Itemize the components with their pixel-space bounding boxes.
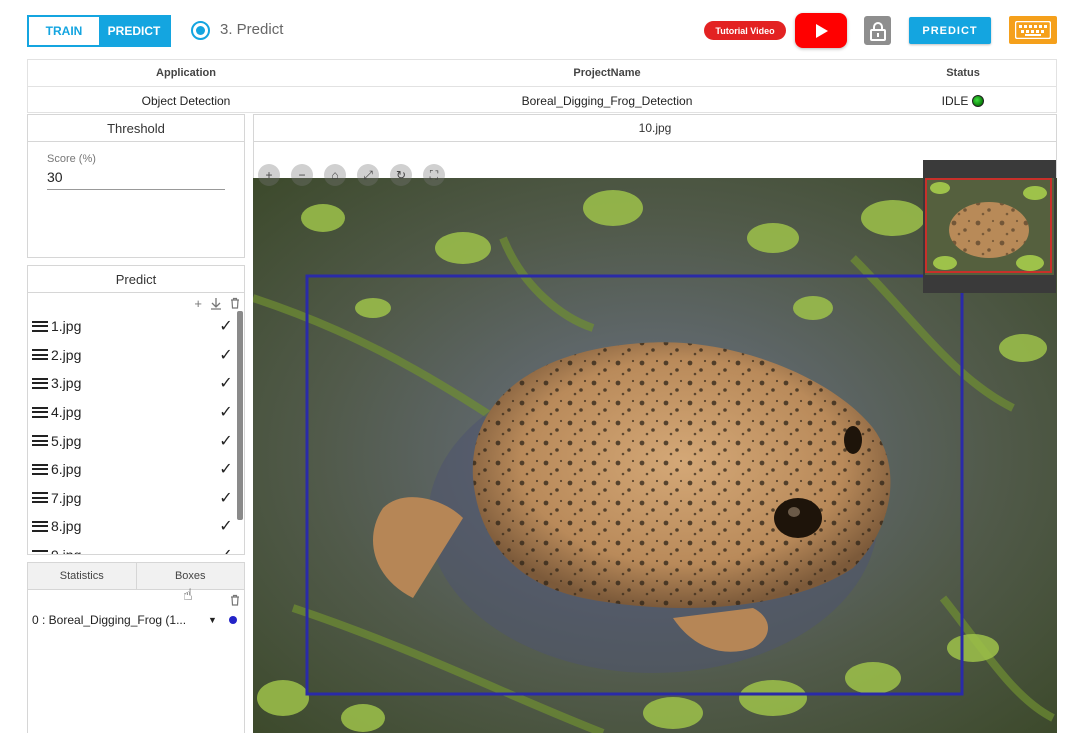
- viewer-title: 10.jpg: [253, 114, 1057, 142]
- keyboard-button[interactable]: [1009, 16, 1057, 44]
- status-value: IDLE: [941, 93, 969, 108]
- fit-icon[interactable]: ⤢: [357, 164, 379, 186]
- list-menu-icon: [32, 377, 48, 389]
- bottom-tabs: Statistics Boxes: [28, 563, 244, 590]
- status-header: Status: [946, 67, 980, 79]
- check-icon: ✓: [219, 461, 233, 479]
- application-header: Application: [156, 67, 216, 79]
- lock-icon: [869, 21, 886, 41]
- file-name: 5.jpg: [51, 432, 82, 449]
- table-header-row: Application ProjectName Status: [28, 60, 1056, 87]
- minimap-viewport[interactable]: [925, 178, 1052, 273]
- train-mode-button[interactable]: TRAIN: [29, 17, 99, 45]
- tutorial-video-badge[interactable]: Tutorial Video: [704, 21, 786, 40]
- check-icon: ✓: [219, 404, 233, 422]
- youtube-button[interactable]: [795, 13, 847, 48]
- zoom-out-icon[interactable]: −: [291, 164, 313, 186]
- file-name: 3.jpg: [51, 375, 82, 392]
- stats-panel: Statistics Boxes 0 : Boreal_Digging_Frog…: [27, 562, 245, 733]
- status-cell: IDLE: [870, 94, 1056, 108]
- table-row: Object Detection Boreal_Digging_Frog_Det…: [28, 87, 1056, 114]
- list-toolbar: +: [28, 293, 244, 313]
- file-list-scrollbar[interactable]: [237, 311, 243, 520]
- check-icon: ✓: [219, 346, 233, 364]
- box-label: 0 : Boreal_Digging_Frog (1...: [32, 613, 187, 627]
- keyboard-icon: [1015, 21, 1051, 39]
- project-name-value: Boreal_Digging_Frog_Detection: [521, 93, 693, 108]
- file-name: 2.jpg: [51, 346, 82, 363]
- project-name-header: ProjectName: [573, 67, 641, 79]
- lock-button[interactable]: [864, 16, 891, 45]
- check-icon: ✓: [219, 489, 233, 507]
- check-icon: ✓: [219, 318, 233, 336]
- list-menu-icon: [32, 520, 48, 532]
- list-menu-icon: [32, 406, 48, 418]
- fullscreen-icon[interactable]: ⛶: [423, 164, 445, 186]
- file-name: 4.jpg: [51, 404, 82, 421]
- score-input[interactable]: 30: [47, 169, 225, 190]
- list-item[interactable]: 1.jpg ✓: [28, 312, 236, 341]
- file-name: 7.jpg: [51, 489, 82, 506]
- download-icon[interactable]: [210, 297, 222, 310]
- threshold-panel: Threshold Score (%) 30: [27, 114, 245, 258]
- predict-title: Predict: [28, 266, 244, 293]
- predict-mode-button[interactable]: PREDICT: [99, 17, 169, 45]
- list-menu-icon: [32, 435, 48, 447]
- list-menu-icon: [32, 320, 48, 332]
- boxes-toolbar: [28, 590, 244, 610]
- threshold-title: Threshold: [28, 115, 244, 142]
- add-icon[interactable]: +: [194, 296, 202, 311]
- step-label: 3. Predict: [220, 21, 284, 38]
- file-list: 1.jpg ✓ 2.jpg ✓ 3.jpg ✓ 4.jpg ✓ 5.jpg ✓ 6.jpg ✓ 7.jp…: [28, 312, 236, 554]
- check-icon: ✓: [219, 432, 233, 450]
- list-item[interactable]: 7.jpg ✓: [28, 484, 236, 513]
- mode-toggle: TRAIN PREDICT: [27, 15, 171, 47]
- list-item[interactable]: 6.jpg ✓: [28, 455, 236, 484]
- predict-button[interactable]: PREDICT: [909, 17, 991, 44]
- rotate-icon[interactable]: ↻: [390, 164, 412, 186]
- list-item[interactable]: 3.jpg ✓: [28, 369, 236, 398]
- list-menu-icon: [32, 349, 48, 361]
- list-menu-icon: [32, 549, 48, 554]
- file-name: 6.jpg: [51, 461, 82, 478]
- list-item[interactable]: 9.jpg✓: [28, 541, 236, 554]
- check-icon: ✓: [219, 375, 233, 393]
- file-name: 1.jpg: [51, 318, 82, 335]
- minimap[interactable]: [923, 160, 1056, 293]
- application-value: Object Detection: [141, 93, 231, 108]
- project-info-table: Application ProjectName Status Object De…: [27, 59, 1057, 113]
- check-icon: ✓: [216, 545, 236, 554]
- score-label: Score (%): [47, 153, 96, 165]
- check-icon: ✓: [219, 518, 233, 536]
- list-item[interactable]: 5.jpg ✓: [28, 426, 236, 455]
- zoom-toolbar: + − ⌂ ⤢ ↻ ⛶: [258, 164, 445, 186]
- step-radio-icon: [191, 21, 210, 40]
- dropdown-arrow-icon[interactable]: ▼: [208, 615, 217, 625]
- list-item[interactable]: 2.jpg ✓: [28, 341, 236, 370]
- list-menu-icon: [32, 492, 48, 504]
- hand-cursor-icon: ☝: [183, 587, 193, 604]
- file-name: 8.jpg: [51, 518, 82, 535]
- list-menu-icon: [32, 463, 48, 475]
- trash-icon[interactable]: [230, 297, 240, 309]
- trash-icon[interactable]: [230, 594, 240, 606]
- zoom-in-icon[interactable]: +: [258, 164, 280, 186]
- file-name: 9.jpg: [51, 547, 216, 554]
- list-item[interactable]: 8.jpg ✓: [28, 512, 236, 541]
- home-icon[interactable]: ⌂: [324, 164, 346, 186]
- box-list-item[interactable]: 0 : Boreal_Digging_Frog (1... ▼: [28, 610, 244, 630]
- youtube-play-icon: [816, 23, 828, 38]
- list-item[interactable]: 4.jpg ✓: [28, 398, 236, 427]
- status-indicator-icon: [972, 94, 985, 107]
- tab-statistics[interactable]: Statistics: [28, 563, 136, 589]
- predict-panel: Predict + 1.jpg ✓ 2.jpg ✓ 3.jpg ✓ 4.jpg ✓ 5.jpg ✓…: [27, 265, 245, 555]
- box-color-icon: [228, 616, 237, 624]
